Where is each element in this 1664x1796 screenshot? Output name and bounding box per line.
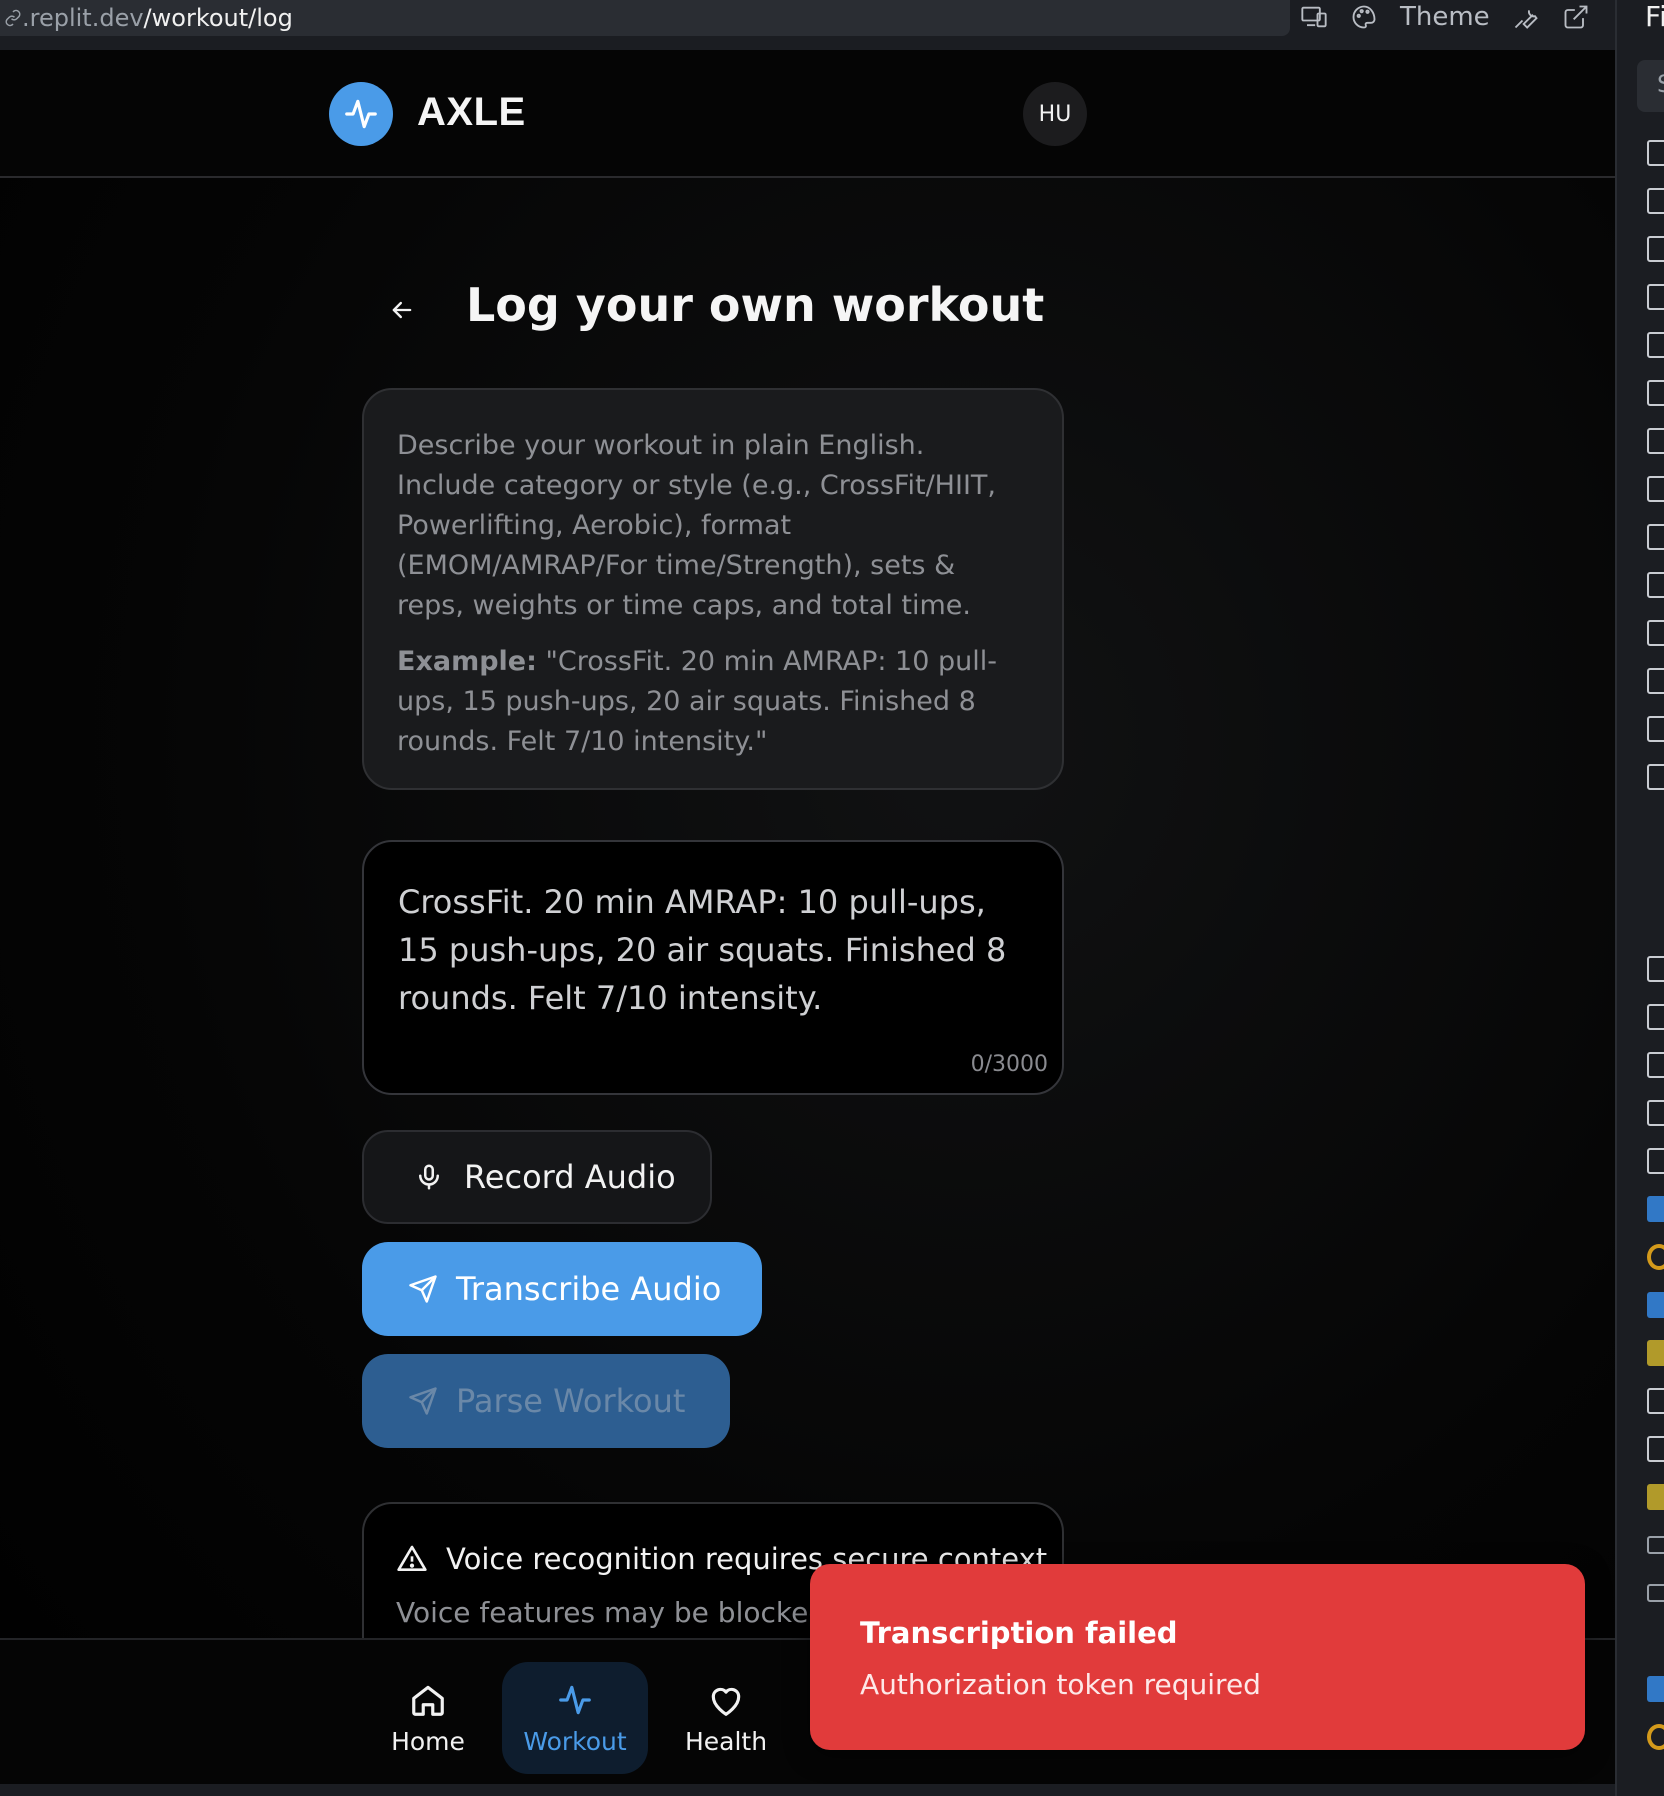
folder-icon[interactable] <box>1647 380 1664 406</box>
activity-icon <box>559 1685 591 1714</box>
toast-title: Transcription failed <box>860 1616 1178 1650</box>
folder-icon[interactable] <box>1647 284 1664 310</box>
home-icon <box>412 1685 444 1716</box>
palette-icon[interactable] <box>1350 3 1378 31</box>
instructions-example: Example: "CrossFit. 20 min AMRAP: 10 pul… <box>397 642 1030 762</box>
toast-message: Authorization token required <box>860 1668 1261 1701</box>
nav-workout-label: Workout <box>523 1726 627 1756</box>
page-title: Log your own workout <box>466 278 1045 332</box>
folder-icon[interactable] <box>1647 620 1664 646</box>
back-button[interactable] <box>382 290 422 330</box>
transcribe-audio-button[interactable]: Transcribe Audio <box>362 1242 762 1336</box>
workout-description-input[interactable]: CrossFit. 20 min AMRAP: 10 pull-ups, 15 … <box>362 840 1064 1095</box>
error-toast[interactable]: Transcription failed Authorization token… <box>810 1564 1585 1750</box>
folder-icon[interactable] <box>1647 572 1664 598</box>
app-window: AXLE HU Log your own workout Describe yo… <box>0 50 1615 1784</box>
external-link-icon[interactable] <box>1562 3 1590 31</box>
markdown-file-icon[interactable] <box>1647 1536 1664 1554</box>
config-file-icon[interactable] <box>1647 1724 1664 1750</box>
instructions-card: Describe your workout in plain English. … <box>362 388 1064 790</box>
folder-icon[interactable] <box>1647 236 1664 262</box>
image-file-icon[interactable] <box>1647 1436 1664 1462</box>
nav-home-label: Home <box>391 1726 465 1756</box>
parse-workout-label: Parse Workout <box>456 1382 686 1420</box>
link-icon <box>5 9 21 27</box>
wrench-icon[interactable] <box>1512 3 1540 31</box>
devices-icon[interactable] <box>1300 3 1328 31</box>
heart-icon <box>711 1687 741 1716</box>
image-file-icon[interactable] <box>1647 1388 1664 1414</box>
nav-workout[interactable]: Workout <box>502 1662 648 1774</box>
url-tools: Theme <box>1300 0 1590 34</box>
file-icon[interactable] <box>1647 1004 1664 1030</box>
send-icon <box>409 1387 437 1415</box>
app-header: AXLE HU <box>0 50 1615 178</box>
folder-icon[interactable] <box>1647 428 1664 454</box>
folder-icon[interactable] <box>1647 476 1664 502</box>
record-audio-button[interactable]: Record Audio <box>362 1130 712 1224</box>
folder-icon[interactable] <box>1647 716 1664 742</box>
send-icon <box>409 1275 437 1303</box>
folder-icon[interactable] <box>1647 140 1664 166</box>
avatar[interactable]: HU <box>1023 82 1087 146</box>
char-count: 0/3000 <box>970 1052 1048 1077</box>
nav-health-label: Health <box>684 1726 768 1756</box>
javascript-file-icon[interactable] <box>1647 1484 1664 1510</box>
logo[interactable] <box>329 82 393 146</box>
folder-icon[interactable] <box>1647 188 1664 214</box>
microphone-icon <box>419 1164 439 1190</box>
file-icon[interactable] <box>1647 1052 1664 1078</box>
javascript-file-icon[interactable] <box>1647 1340 1664 1366</box>
folder-icon[interactable] <box>1647 668 1664 694</box>
theme-button[interactable]: Theme <box>1400 2 1490 32</box>
browser-bottom-strip <box>0 1784 1615 1796</box>
nav-home[interactable]: Home <box>355 1662 501 1774</box>
folder-icon[interactable] <box>1647 524 1664 550</box>
typescript-file-icon[interactable] <box>1647 1292 1664 1318</box>
example-label: Example: <box>397 646 537 677</box>
instructions-text: Describe your workout in plain English. … <box>397 430 996 621</box>
file-explorer-panel: Fi S <box>1615 0 1664 1796</box>
browser-toolbar: .replit.dev/workout/log Theme <box>0 0 1615 50</box>
arrow-left-icon <box>392 301 412 319</box>
url-field[interactable]: .replit.dev/workout/log <box>0 0 1290 36</box>
file-icon[interactable] <box>1647 1100 1664 1126</box>
folder-icon[interactable] <box>1647 956 1664 982</box>
typescript-file-icon[interactable] <box>1647 1676 1664 1702</box>
url-host: .replit.dev <box>22 4 144 32</box>
folder-open-icon[interactable] <box>1647 764 1664 790</box>
transcribe-audio-label: Transcribe Audio <box>456 1270 722 1308</box>
record-audio-label: Record Audio <box>464 1158 676 1196</box>
file-panel-title: Fi <box>1645 0 1664 33</box>
workout-input-placeholder: CrossFit. 20 min AMRAP: 10 pull-ups, 15 … <box>398 883 1007 1017</box>
file-search-input[interactable]: S <box>1637 60 1664 112</box>
url-path: /workout/log <box>143 4 293 32</box>
markdown-file-icon[interactable] <box>1647 1584 1664 1602</box>
typescript-file-icon[interactable] <box>1647 1196 1664 1222</box>
activity-icon <box>345 99 377 129</box>
file-icon[interactable] <box>1647 1148 1664 1174</box>
folder-icon[interactable] <box>1647 332 1664 358</box>
brand-name: AXLE <box>417 90 526 134</box>
alert-triangle-icon <box>397 1545 427 1571</box>
config-file-icon[interactable] <box>1647 1244 1664 1270</box>
parse-workout-button[interactable]: Parse Workout <box>362 1354 730 1448</box>
nav-health[interactable]: Health <box>653 1662 799 1774</box>
